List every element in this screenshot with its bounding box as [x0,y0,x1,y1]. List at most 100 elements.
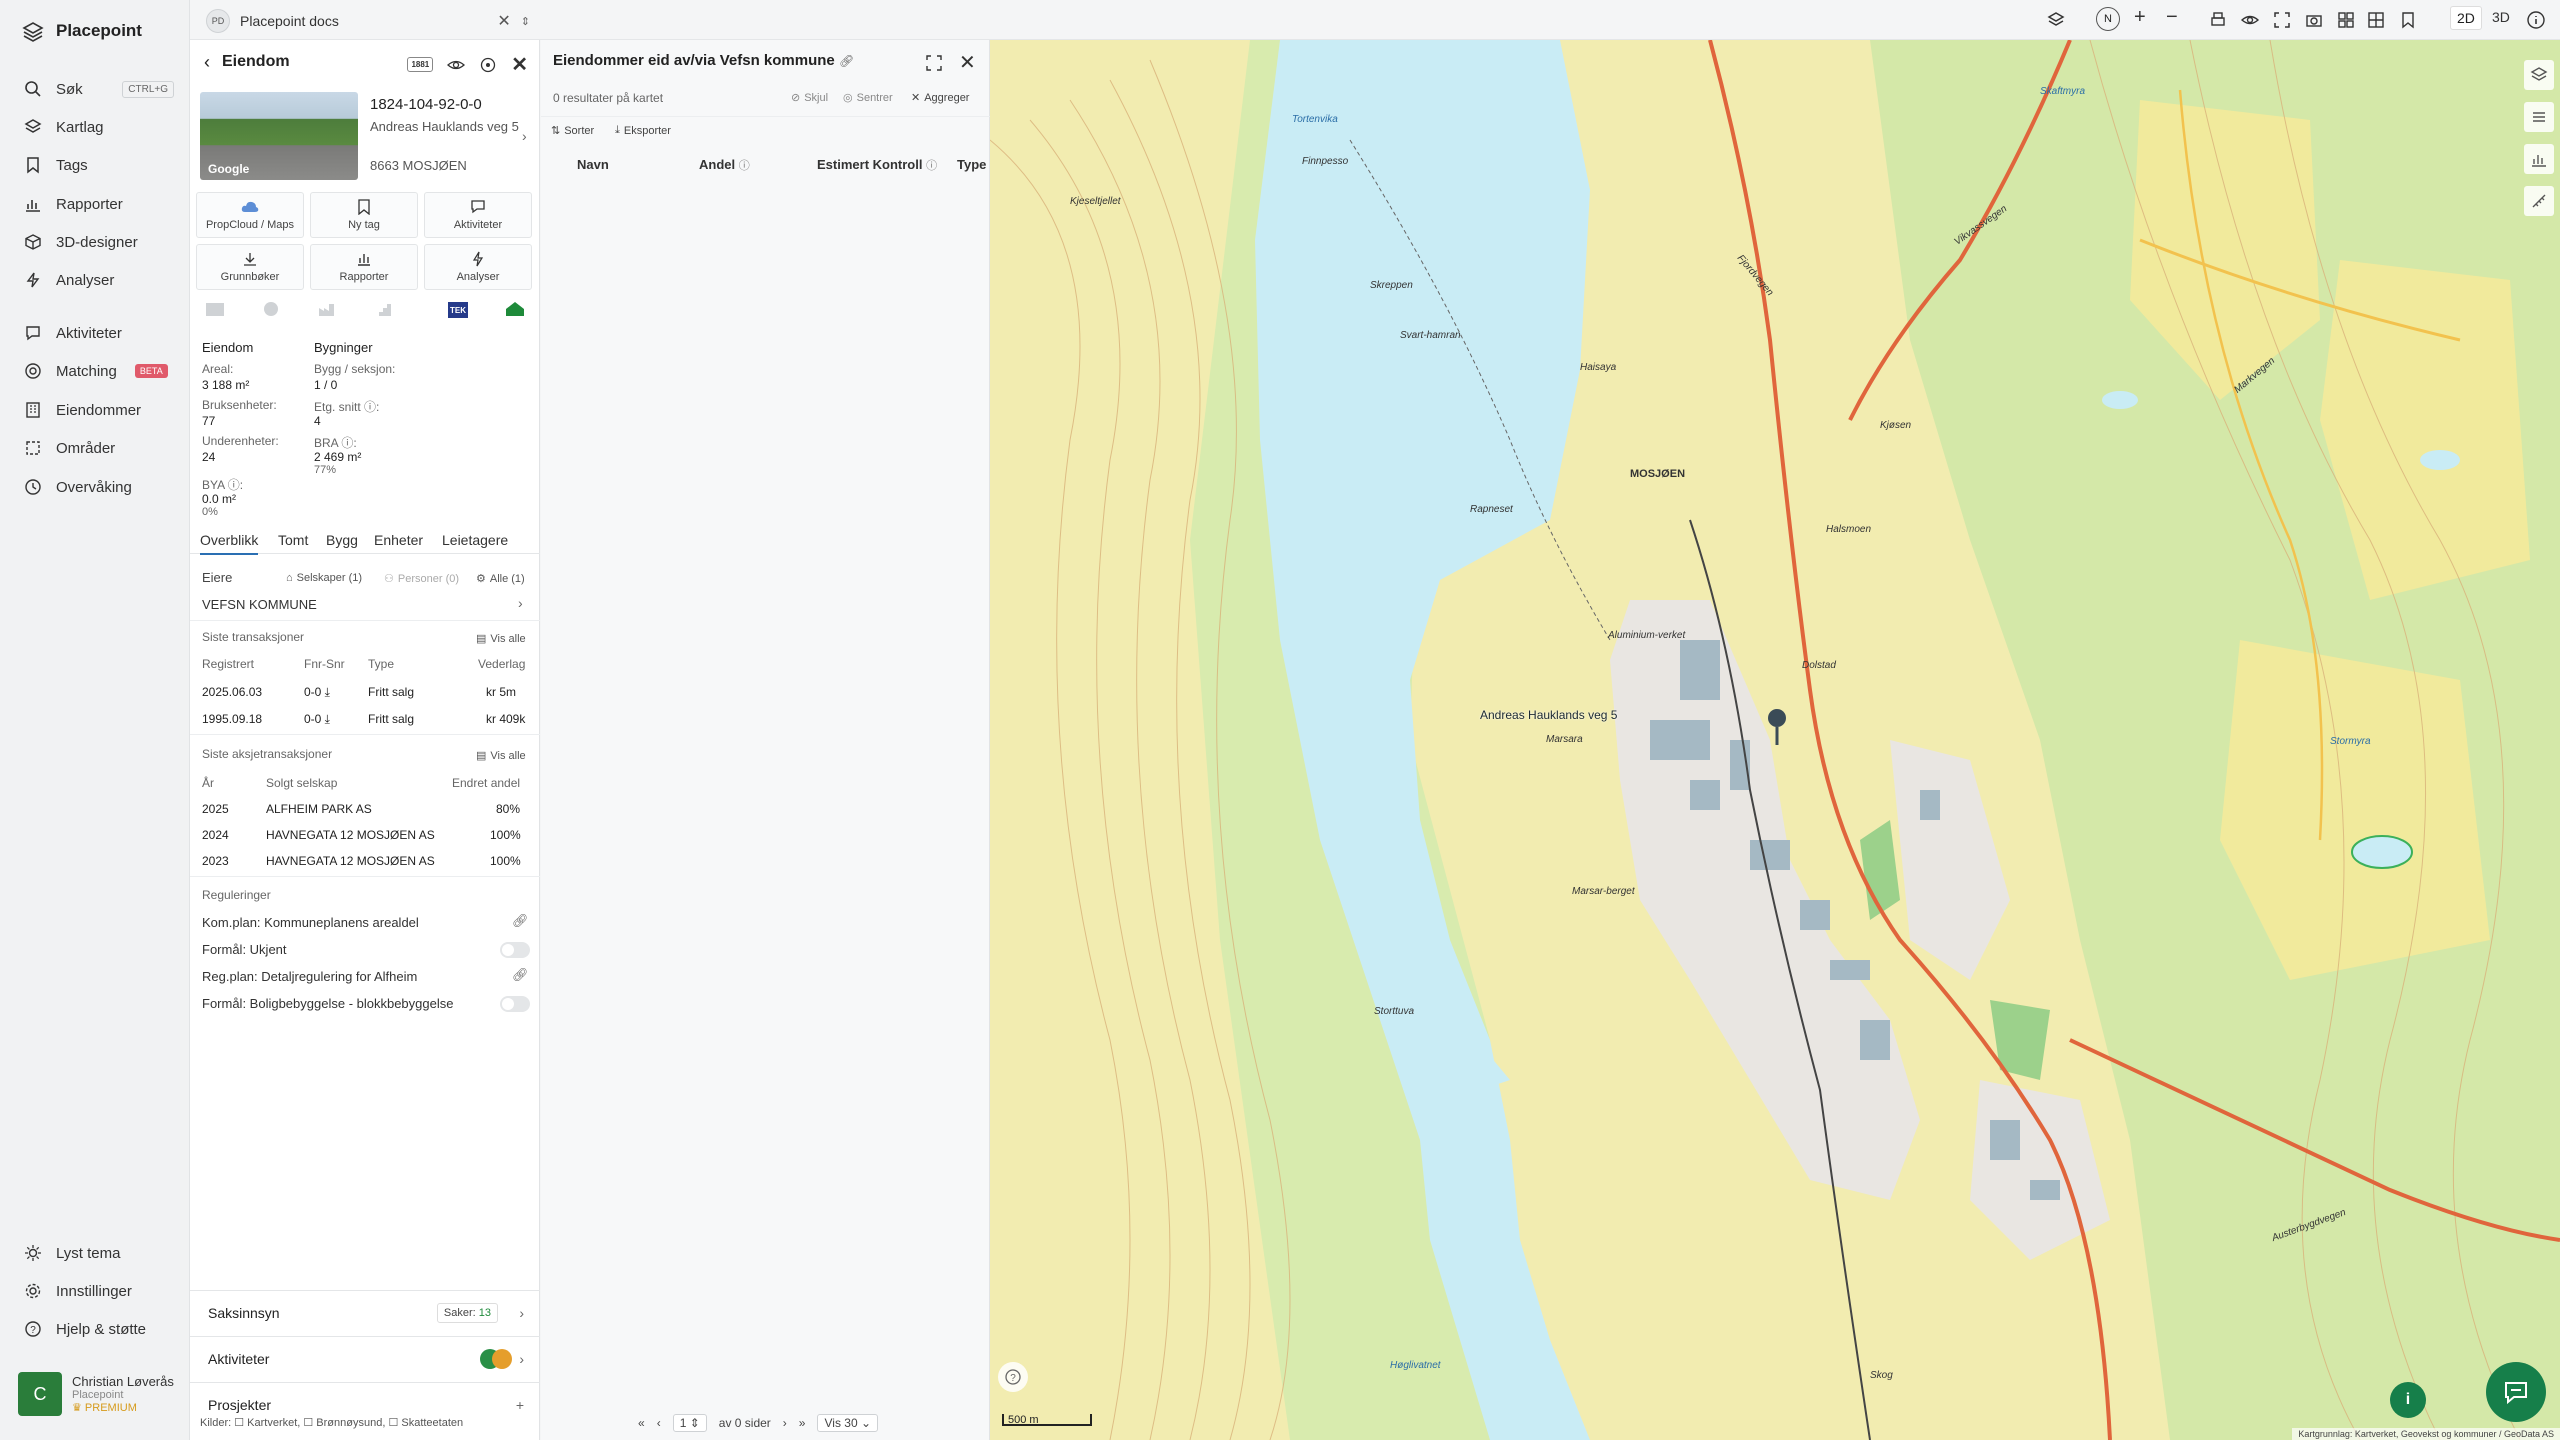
next-page-icon[interactable]: › [783,1416,787,1430]
new-tag-button[interactable]: Ny tag [310,192,418,238]
activities-button[interactable]: Aktiviteter [424,192,532,238]
regulation-toggle[interactable] [500,996,530,1012]
street-view-photo[interactable]: Google [200,92,358,180]
owners-companies-filter[interactable]: ⌂ Selskaper (1) [286,572,362,584]
tab-plot[interactable]: Tomt [278,532,308,548]
activities-accordion[interactable]: Aktiviteter › [190,1336,540,1382]
tx-fnr[interactable]: 0-0 ⤓ [304,685,330,700]
hide-button[interactable]: ⊘ Skjul [791,91,828,105]
nav-item-monitoring[interactable]: Overvåking [24,474,174,500]
nav-item-search[interactable]: Søk CTRL+G [24,76,174,102]
tab-overview[interactable]: Overblikk [200,532,259,555]
prev-page-icon[interactable]: ‹ [657,1416,661,1430]
land-registry-button[interactable]: Grunnbøker [196,244,304,290]
nav-item-properties[interactable]: Eiendommer [24,397,174,423]
nav-item-reports[interactable]: Rapporter [24,191,174,217]
link-icon[interactable]: 🔗︎ [839,54,854,68]
back-arrow-icon[interactable]: ‹ [204,52,210,73]
transactions-view-all[interactable]: ▤ Vis alle [476,632,526,646]
nav-item-layers[interactable]: Kartlag [24,114,174,140]
zoom-in-icon[interactable]: + [2134,6,2146,29]
column-type[interactable]: Type [957,157,986,172]
export-button[interactable]: ⤓ Eksporter [615,124,671,137]
zoom-out-icon[interactable]: − [2166,6,2178,29]
center-button[interactable]: ◎ Sentrer [843,91,893,105]
link-icon[interactable]: 🔗︎ [512,913,529,929]
bookmark-icon[interactable] [2398,10,2418,30]
tab-buildings[interactable]: Bygg [326,532,358,548]
owners-persons-filter[interactable]: ⚇ Personer (0) [384,572,459,586]
nav-item-areas[interactable]: Områder [24,435,174,461]
first-page-icon[interactable]: « [638,1416,645,1430]
last-page-icon[interactable]: » [799,1416,806,1430]
user-profile[interactable]: C Christian Løverås Placepoint ♛ PREMIUM [18,1372,174,1416]
regulation-toggle[interactable] [500,942,530,958]
property-marker-label[interactable]: Andreas Hauklands veg 5 [1480,708,1617,722]
nav-item-help[interactable]: ? Hjelp & støtte [24,1316,174,1342]
stairs-chart-icon[interactable] [372,300,394,318]
tx-fnr[interactable]: 0-0 ⤓ [304,712,330,727]
column-share[interactable]: Andel ⓘ [699,157,750,173]
support-chat-button[interactable] [2486,1362,2546,1422]
tab-tenants[interactable]: Leietagere [442,532,508,548]
expand-icon[interactable] [925,54,943,72]
chevron-right-icon[interactable]: › [522,128,527,144]
nav-item-light-theme[interactable]: Lyst tema [24,1240,174,1266]
column-name[interactable]: Navn [577,157,609,172]
close-icon[interactable]: ✕ [511,52,528,77]
panels-icon[interactable] [2366,10,2386,30]
share-tx-view-all[interactable]: ▤ Vis alle [476,749,526,763]
camera-icon[interactable] [2304,10,2324,30]
map-measure-button[interactable] [2524,186,2554,216]
3d-layers-icon[interactable] [2046,10,2066,30]
owners-all-filter[interactable]: ⚙ Alle (1) [476,572,525,586]
share-company[interactable]: ALFHEIM PARK AS [266,802,372,816]
nav-item-matching[interactable]: Matching BETA [24,358,174,384]
eye-icon[interactable] [447,56,466,74]
nav-item-tags[interactable]: Tags [24,152,174,178]
badge-1881[interactable]: 1881 [407,57,434,72]
map-canvas[interactable]: Andreas Hauklands veg 5 MOSJØEN Tortenvi… [990,40,2560,1440]
reports-button[interactable]: Rapporter [310,244,418,290]
print-icon[interactable] [2208,10,2228,30]
map-chart-button[interactable] [2524,144,2554,174]
grid-icon[interactable] [2336,10,2356,30]
page-input[interactable]: 1 ⇕ [672,1414,707,1432]
building-source-icon[interactable] [204,300,226,318]
per-page-select[interactable]: Vis 30 ⌄ [817,1414,879,1432]
owner-name[interactable]: VEFSN KOMMUNE [202,597,317,612]
sort-button[interactable]: ⇅ Sorter [551,124,594,138]
analyses-button[interactable]: Analyser [424,244,532,290]
nav-item-settings[interactable]: Innstillinger [24,1278,174,1304]
propcloud-button[interactable]: PropCloud / Maps [196,192,304,238]
aggregate-button[interactable]: ✕ Aggreger [911,91,969,105]
tek-badge[interactable]: TEK [448,302,468,318]
view-2d-toggle[interactable]: 2D [2450,6,2482,30]
workspace-tab[interactable]: PD Placepoint docs ✕ ⇕ [206,6,530,36]
map-help-button[interactable]: ? [998,1362,1028,1392]
view-3d-toggle[interactable]: 3D [2492,9,2510,25]
case-insight-accordion[interactable]: Saksinnsyn Saker: 13 › [190,1290,540,1336]
factory-icon[interactable] [316,300,338,318]
compass-icon[interactable]: N [2096,7,2120,31]
nav-item-analyses[interactable]: Analyser [24,267,174,293]
link-icon[interactable]: 🔗︎ [512,967,529,983]
chevron-right-icon[interactable]: › [518,595,523,611]
close-icon[interactable]: ✕ [497,11,510,31]
house-green-icon[interactable] [504,300,526,318]
nav-item-3d-designer[interactable]: 3D-designer [24,229,174,255]
info-icon[interactable] [2526,10,2546,30]
nav-item-activities[interactable]: Aktiviteter [24,320,174,346]
map-legend-button[interactable] [2524,102,2554,132]
map-info-button[interactable]: i [2390,1382,2426,1418]
column-control[interactable]: Estimert Kontroll ⓘ [817,157,937,173]
eye-icon[interactable] [2240,10,2260,30]
map-layers-button[interactable] [2524,60,2554,90]
tab-units[interactable]: Enheter [374,532,423,548]
globe-icon[interactable] [260,300,282,318]
share-company[interactable]: HAVNEGATA 12 MOSJØEN AS [266,854,435,868]
chevron-updown-icon[interactable]: ⇕ [521,15,530,28]
close-icon[interactable]: ✕ [959,50,976,75]
fullscreen-icon[interactable] [2272,10,2292,30]
target-icon[interactable] [479,56,497,74]
